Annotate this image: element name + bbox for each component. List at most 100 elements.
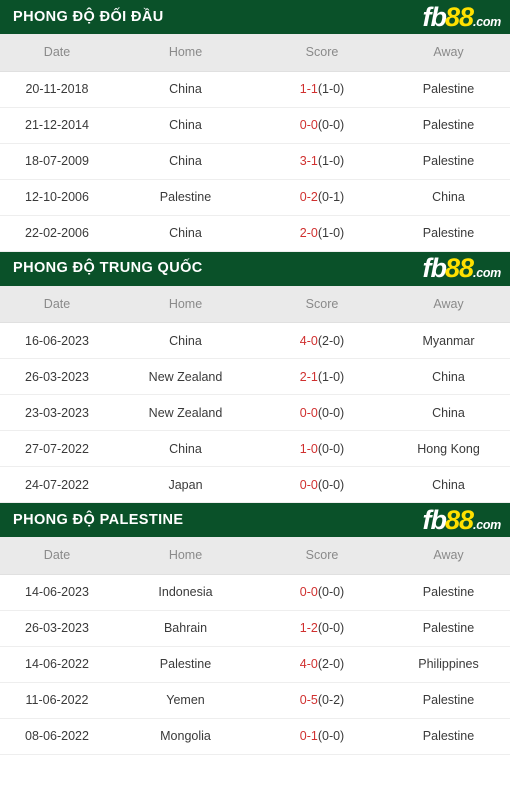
score-halftime: (0-0)	[317, 621, 345, 635]
match-score: 0-0(0-0)	[257, 574, 387, 611]
column-header-date: Date	[0, 285, 114, 323]
score-fulltime: 1-2	[299, 621, 318, 635]
column-header-away: Away	[387, 34, 510, 72]
fb88-logo[interactable]: fb 88 .com	[422, 504, 501, 535]
away-team: Palestine	[387, 215, 510, 252]
match-date: 21-12-2014	[0, 107, 114, 144]
home-team: China	[114, 107, 257, 144]
match-date: 22-02-2006	[0, 215, 114, 252]
logo-text-fb: fb	[422, 504, 447, 535]
away-team: Myanmar	[387, 322, 510, 359]
column-header-score: Score	[257, 285, 387, 323]
match-date: 12-10-2006	[0, 179, 114, 216]
table-head: Date Home Score Away	[0, 537, 510, 575]
match-date: 14-06-2023	[0, 574, 114, 611]
stats-section: PHONG ĐỘ TRUNG QUỐC fb 88 .com Date Home S…	[0, 251, 510, 503]
table-row[interactable]: 14-06-2023 Indonesia 0-0(0-0) Palestine	[0, 574, 510, 611]
away-team: Philippines	[387, 646, 510, 683]
logo-text-88: 88	[444, 1, 474, 32]
score-fulltime: 0-0	[299, 585, 318, 599]
away-team: China	[387, 358, 510, 395]
home-team: China	[114, 322, 257, 359]
away-team: Palestine	[387, 574, 510, 611]
match-score: 0-2(0-1)	[257, 179, 387, 216]
table-row[interactable]: 11-06-2022 Yemen 0-5(0-2) Palestine	[0, 682, 510, 719]
home-team: China	[114, 71, 257, 108]
table-body: 16-06-2023 China 4-0(2-0) Myanmar 26-03-2023…	[0, 322, 510, 503]
home-team: Yemen	[114, 682, 257, 719]
column-header-home: Home	[114, 34, 257, 72]
home-team: Japan	[114, 466, 257, 503]
match-score: 1-2(0-0)	[257, 610, 387, 647]
score-fulltime: 3-1	[299, 154, 318, 168]
table-row[interactable]: 27-07-2022 China 1-0(0-0) Hong Kong	[0, 430, 510, 467]
away-team: Palestine	[387, 682, 510, 719]
section-header-bar: PHONG ĐỘ TRUNG QUỐC fb 88 .com	[0, 251, 510, 286]
bottom-spacer	[0, 754, 510, 759]
logo-text-dotcom: .com	[473, 14, 501, 29]
match-score: 2-1(1-0)	[257, 358, 387, 395]
match-score: 0-0(0-0)	[257, 466, 387, 503]
match-results-table: Date Home Score Away 16-06-2023 China 4-0(…	[0, 285, 510, 503]
table-row[interactable]: 14-06-2022 Palestine 4-0(2-0) Philippines	[0, 646, 510, 683]
column-header-score: Score	[257, 537, 387, 575]
score-halftime: (0-1)	[317, 190, 345, 204]
home-team: Palestine	[114, 646, 257, 683]
home-team: China	[114, 430, 257, 467]
column-header-home: Home	[114, 537, 257, 575]
away-team: China	[387, 394, 510, 431]
table-row[interactable]: 26-03-2023 New Zealand 2-1(1-0) China	[0, 358, 510, 395]
table-head: Date Home Score Away	[0, 285, 510, 323]
away-team: China	[387, 179, 510, 216]
table-row[interactable]: 22-02-2006 China 2-0(1-0) Palestine	[0, 215, 510, 252]
score-halftime: (0-2)	[317, 693, 345, 707]
table-row[interactable]: 08-06-2022 Mongolia 0-1(0-0) Palestine	[0, 718, 510, 755]
section-title: PHONG ĐỘ ĐỐI ĐẦU	[13, 8, 164, 25]
logo-text-fb: fb	[422, 253, 447, 283]
score-halftime: (1-0)	[317, 154, 345, 168]
stats-section: PHONG ĐỘ PALESTINE fb 88 .com Date Home Sc…	[0, 503, 510, 755]
logo-text-dotcom: .com	[473, 517, 501, 532]
match-score: 1-1(1-0)	[257, 71, 387, 108]
score-fulltime: 4-0	[299, 657, 318, 671]
score-fulltime: 0-0	[299, 118, 318, 132]
score-halftime: (0-0)	[317, 118, 345, 132]
table-row[interactable]: 24-07-2022 Japan 0-0(0-0) China	[0, 466, 510, 503]
match-results-table: Date Home Score Away 20-11-2018 China 1-1(…	[0, 34, 510, 252]
away-team: China	[387, 466, 510, 503]
match-date: 20-11-2018	[0, 71, 114, 108]
table-row[interactable]: 16-06-2023 China 4-0(2-0) Myanmar	[0, 322, 510, 359]
score-fulltime: 0-1	[299, 729, 318, 743]
table-row[interactable]: 26-03-2023 Bahrain 1-2(0-0) Palestine	[0, 610, 510, 647]
table-row[interactable]: 12-10-2006 Palestine 0-2(0-1) China	[0, 179, 510, 216]
table-body: 20-11-2018 China 1-1(1-0) Palestine 21-12-20…	[0, 71, 510, 252]
section-header-bar: PHONG ĐỘ ĐỐI ĐẦU fb 88 .com	[0, 0, 510, 34]
sections-container: PHONG ĐỘ ĐỐI ĐẦU fb 88 .com Date Home Scor…	[0, 0, 510, 755]
table-row[interactable]: 23-03-2023 New Zealand 0-0(0-0) China	[0, 394, 510, 431]
match-date: 14-06-2022	[0, 646, 114, 683]
table-row[interactable]: 20-11-2018 China 1-1(1-0) Palestine	[0, 71, 510, 108]
logo-text-88: 88	[444, 253, 474, 283]
table-row[interactable]: 18-07-2009 China 3-1(1-0) Palestine	[0, 143, 510, 180]
match-score: 4-0(2-0)	[257, 322, 387, 359]
score-halftime: (0-0)	[317, 585, 345, 599]
home-team: China	[114, 215, 257, 252]
match-score: 4-0(2-0)	[257, 646, 387, 683]
match-date: 16-06-2023	[0, 322, 114, 359]
fb88-logo[interactable]: fb 88 .com	[422, 255, 501, 282]
match-results-table: Date Home Score Away 14-06-2023 Indonesia…	[0, 537, 510, 755]
table-row[interactable]: 21-12-2014 China 0-0(0-0) Palestine	[0, 107, 510, 144]
table-header-row: Date Home Score Away	[0, 34, 510, 72]
away-team: Palestine	[387, 610, 510, 647]
score-fulltime: 4-0	[299, 333, 318, 348]
score-fulltime: 0-2	[299, 190, 318, 204]
score-fulltime: 1-0	[299, 441, 318, 456]
away-team: Palestine	[387, 107, 510, 144]
table-head: Date Home Score Away	[0, 34, 510, 72]
home-team: Mongolia	[114, 718, 257, 755]
match-score: 0-5(0-2)	[257, 682, 387, 719]
section-title: PHONG ĐỘ TRUNG QUỐC	[13, 260, 203, 277]
score-fulltime: 2-0	[299, 226, 318, 240]
home-team: Bahrain	[114, 610, 257, 647]
fb88-logo[interactable]: fb 88 .com	[422, 1, 501, 32]
